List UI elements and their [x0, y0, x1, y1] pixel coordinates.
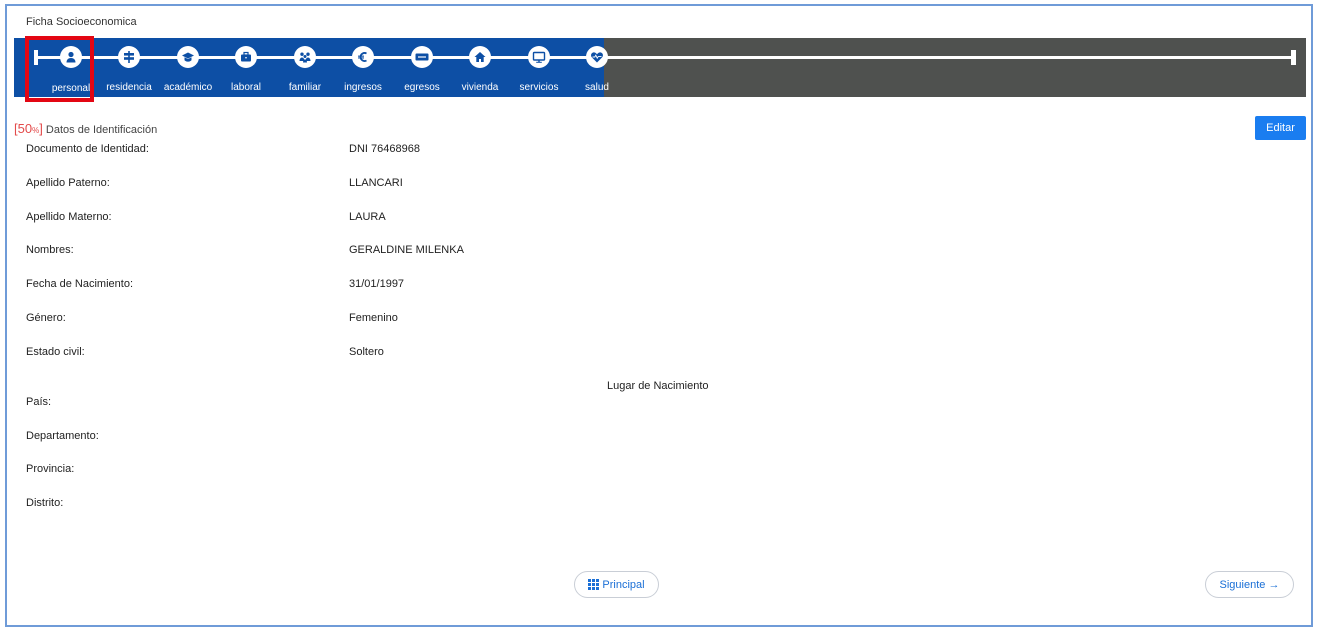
step-familiar[interactable]: familiar [276, 38, 334, 97]
next-label: Siguiente → [1219, 578, 1280, 591]
step-progress-bar: personal residencia académico laboral fa [14, 38, 1306, 97]
step-label: académico [163, 82, 213, 93]
step-label: personal [51, 83, 91, 94]
field-value: LAURA [349, 211, 386, 223]
birthplace-heading: Lugar de Nacimiento [607, 380, 709, 392]
field-value: Soltero [349, 346, 384, 358]
page-title: Ficha Socioeconomica [26, 16, 137, 28]
field-label: Fecha de Nacimiento: [26, 278, 133, 290]
step-label: residencia [106, 82, 152, 93]
user-icon [60, 46, 82, 68]
section-header: [50%] Datos de Identificación [14, 121, 157, 136]
field-label: Apellido Paterno: [26, 177, 110, 189]
section-title: Datos de Identificación [45, 124, 158, 136]
visa-card-icon [411, 46, 433, 68]
step-label: ingresos [344, 82, 382, 93]
main-menu-button[interactable]: Principal [574, 571, 659, 598]
page-frame: Ficha Socioeconomica personal residencia… [5, 4, 1313, 627]
field-label: Documento de Identidad: [26, 143, 149, 155]
rail-start-cap [34, 50, 38, 65]
field-label: Género: [26, 312, 66, 324]
family-icon [294, 46, 316, 68]
field-label: Nombres: [26, 244, 74, 256]
step-egresos[interactable]: egresos [393, 38, 451, 97]
step-label: servicios [519, 82, 559, 93]
field-value: 31/01/1997 [349, 278, 405, 290]
signpost-icon [118, 46, 140, 68]
field-label: Estado civil: [26, 346, 85, 358]
step-servicios[interactable]: servicios [510, 38, 568, 97]
step-label: salud [585, 82, 609, 93]
step-academico[interactable]: académico [159, 38, 217, 97]
heart-pulse-icon [586, 46, 608, 68]
edit-button[interactable]: Editar [1255, 116, 1306, 140]
step-personal[interactable]: personal [42, 38, 100, 97]
step-salud[interactable]: salud [568, 38, 626, 97]
rail-end-cap [1291, 50, 1296, 65]
step-laboral[interactable]: laboral [217, 38, 275, 97]
step-ingresos[interactable]: ingresos [334, 38, 392, 97]
field-value: DNI 76468968 [349, 143, 420, 155]
bracket-close: ] [39, 121, 43, 136]
field-value: LLANCARI [349, 177, 403, 189]
step-label: laboral [230, 82, 262, 93]
field-value: GERALDINE MILENKA [349, 244, 464, 256]
step-label: familiar [288, 82, 322, 93]
next-button[interactable]: Siguiente → [1205, 571, 1294, 598]
completion-percent: 50 [17, 121, 33, 136]
field-value: Femenino [349, 312, 398, 324]
graduation-cap-icon [177, 46, 199, 68]
euro-icon [352, 46, 374, 68]
step-vivienda[interactable]: vivienda [451, 38, 509, 97]
field-label: País: [26, 396, 52, 408]
monitor-icon [528, 46, 550, 68]
home-icon [469, 46, 491, 68]
field-label: Departamento: [26, 430, 99, 442]
field-label: Provincia: [26, 463, 75, 475]
field-label: Distrito: [26, 497, 64, 509]
step-label: vivienda [461, 82, 499, 93]
field-label: Apellido Materno: [26, 211, 112, 223]
main-menu-label: Principal [602, 578, 645, 591]
step-label: egresos [404, 82, 440, 93]
grid-icon [588, 579, 600, 590]
briefcase-icon [235, 46, 257, 68]
step-residencia[interactable]: residencia [100, 38, 158, 97]
